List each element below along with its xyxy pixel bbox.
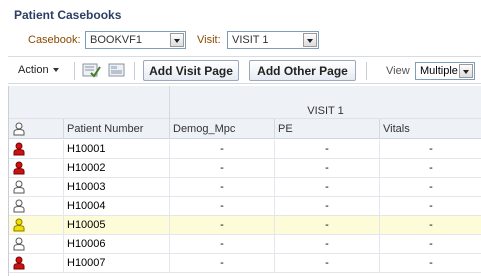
toolbar: Action Add Visit Page Add Other Page Vie… (8, 56, 481, 84)
table-row[interactable]: H10006- - - (9, 235, 481, 254)
person-icon[interactable] (13, 256, 25, 270)
visit-column-group: VISIT 1 (307, 105, 344, 117)
table-row[interactable]: H10007- - - (9, 254, 481, 273)
cell-vitals: - (379, 159, 481, 178)
cell-vitals: - (379, 197, 481, 216)
visit-label: Visit: (197, 34, 221, 46)
person-icon[interactable] (13, 237, 25, 251)
table-row[interactable]: H10003- - - (9, 178, 481, 197)
cell-pe: - (274, 159, 379, 178)
grid-group-header: VISIT 1 (9, 86, 481, 119)
view-select[interactable]: Multiple (415, 62, 475, 80)
cell-vitals: - (379, 178, 481, 197)
person-icon[interactable] (13, 218, 25, 232)
toolbar-separator (74, 62, 75, 80)
cell-demog-mpc: - (169, 140, 274, 159)
column-vitals[interactable]: Vitals (379, 119, 481, 139)
cell-pe: - (274, 178, 379, 197)
casebook-grid: VISIT 1 Patient Number Demog_Mpc PE Vita… (8, 86, 481, 276)
cell-pe: - (274, 216, 379, 235)
edit-checklist-icon[interactable] (82, 61, 102, 79)
cell-demog-mpc: - (169, 254, 274, 273)
person-icon[interactable] (13, 180, 25, 194)
column-patient-number[interactable]: Patient Number (63, 119, 169, 139)
cell-patient-number[interactable]: H10004 (63, 197, 169, 216)
person-icon[interactable] (13, 199, 25, 213)
filter-bar: Casebook: BOOKVF1 Visit: VISIT 1 (14, 30, 481, 52)
cell-pe: - (274, 140, 379, 159)
person-icon[interactable] (13, 142, 25, 156)
cell-patient-number[interactable]: H10005 (63, 216, 169, 235)
cell-pe: - (274, 197, 379, 216)
cell-demog-mpc: - (169, 159, 274, 178)
chevron-down-icon[interactable] (170, 33, 184, 47)
visit-select-value: VISIT 1 (232, 34, 269, 46)
chevron-down-icon[interactable] (459, 64, 473, 78)
cell-demog-mpc: - (169, 235, 274, 254)
caret-down-icon (52, 68, 59, 73)
chevron-down-icon[interactable] (303, 33, 317, 47)
cell-pe: - (274, 254, 379, 273)
visit-select[interactable]: VISIT 1 (227, 31, 319, 49)
cell-patient-number[interactable]: H10001 (63, 140, 169, 159)
cell-pe: - (274, 235, 379, 254)
cell-vitals: - (379, 140, 481, 159)
grid-column-header: Patient Number Demog_Mpc PE Vitals (9, 119, 481, 139)
page-title: Patient Casebooks (14, 8, 122, 22)
column-demog-mpc[interactable]: Demog_Mpc (169, 119, 274, 139)
cell-demog-mpc: - (169, 197, 274, 216)
action-menu-label: Action (18, 64, 49, 76)
cell-vitals: - (379, 235, 481, 254)
casebook-label: Casebook: (28, 34, 81, 46)
view-select-value: Multiple (420, 65, 458, 77)
cell-demog-mpc: - (169, 178, 274, 197)
add-visit-page-button[interactable]: Add Visit Page (143, 60, 239, 81)
cell-patient-number[interactable]: H10002 (63, 159, 169, 178)
table-row[interactable]: H10001- - - (9, 140, 481, 159)
action-menu[interactable]: Action (18, 64, 59, 76)
toolbar-separator (134, 62, 135, 80)
cell-patient-number[interactable]: H10006 (63, 235, 169, 254)
form-icon[interactable] (107, 61, 127, 79)
cell-vitals: - (379, 254, 481, 273)
table-row[interactable]: H10005- - - (9, 216, 481, 235)
toolbar-separator (366, 62, 367, 80)
add-other-page-button[interactable]: Add Other Page (249, 60, 356, 81)
view-label: View (386, 65, 410, 77)
cell-demog-mpc: - (169, 216, 274, 235)
casebook-select[interactable]: BOOKVF1 (85, 31, 186, 49)
person-outline-icon (13, 122, 25, 136)
column-pe[interactable]: PE (274, 119, 379, 139)
cell-vitals: - (379, 216, 481, 235)
person-icon[interactable] (13, 161, 25, 175)
casebook-select-value: BOOKVF1 (90, 34, 142, 46)
cell-patient-number[interactable]: H10007 (63, 254, 169, 273)
table-row[interactable]: H10002- - - (9, 159, 481, 178)
table-row[interactable]: H10004- - - (9, 197, 481, 216)
cell-patient-number[interactable]: H10003 (63, 178, 169, 197)
